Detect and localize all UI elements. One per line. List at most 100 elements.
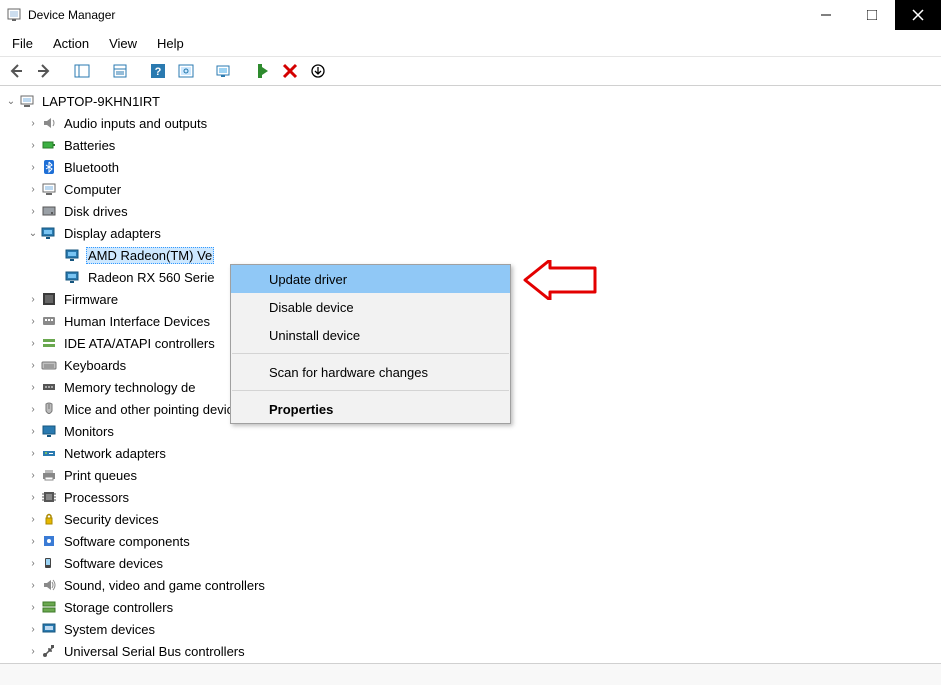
tree-node[interactable]: ›Processors xyxy=(4,486,941,508)
toolbar-help-button[interactable]: ? xyxy=(146,59,170,83)
tree-node[interactable]: ›Print queues xyxy=(4,464,941,486)
toolbar-install-legacy-button[interactable] xyxy=(306,59,330,83)
caret-open-icon[interactable]: ⌄ xyxy=(26,228,40,239)
caret-closed-icon[interactable]: › xyxy=(26,558,40,569)
caret-closed-icon[interactable]: › xyxy=(26,206,40,217)
network-icon xyxy=(40,445,58,461)
caret-closed-icon[interactable]: › xyxy=(26,316,40,327)
tree-node[interactable]: ›Software devices xyxy=(4,552,941,574)
toolbar-uninstall-button[interactable] xyxy=(278,59,302,83)
tree-node[interactable]: ›Disk drives xyxy=(4,200,941,222)
tree-node-label: Display adapters xyxy=(62,226,163,241)
tree-node-label: Sound, video and game controllers xyxy=(62,578,267,593)
titlebar: Device Manager xyxy=(0,0,941,30)
ctx-separator xyxy=(232,353,509,354)
memory-icon xyxy=(40,379,58,395)
tree-node-label: System devices xyxy=(62,622,157,637)
toolbar-enable-button[interactable] xyxy=(250,59,274,83)
toolbar-back-button[interactable] xyxy=(4,59,28,83)
caret-closed-icon[interactable]: › xyxy=(26,140,40,151)
processor-icon xyxy=(40,489,58,505)
statusbar xyxy=(0,663,941,685)
tree-node-label: Memory technology de xyxy=(62,380,198,395)
tree-node[interactable]: ›Bluetooth xyxy=(4,156,941,178)
caret-closed-icon[interactable]: › xyxy=(26,338,40,349)
caret-closed-icon[interactable]: › xyxy=(26,492,40,503)
audio-icon xyxy=(40,115,58,131)
sound-icon xyxy=(40,577,58,593)
svg-text:?: ? xyxy=(155,66,162,78)
caret-closed-icon[interactable]: › xyxy=(26,184,40,195)
tree-node[interactable]: › Universal Serial Bus controllers xyxy=(4,640,941,662)
caret-closed-icon[interactable]: › xyxy=(26,470,40,481)
window-title: Device Manager xyxy=(28,8,803,22)
menu-file[interactable]: File xyxy=(2,32,43,55)
tree-node-label: Radeon RX 560 Serie xyxy=(86,270,216,285)
ctx-disable-device[interactable]: Disable device xyxy=(231,293,510,321)
toolbar-scan-button[interactable] xyxy=(174,59,198,83)
caret-open-icon[interactable]: ⌄ xyxy=(4,96,18,107)
softdev-icon xyxy=(40,555,58,571)
caret-closed-icon[interactable]: › xyxy=(26,426,40,437)
tree-node-label: Security devices xyxy=(62,512,161,527)
caret-closed-icon[interactable]: › xyxy=(26,580,40,591)
caret-closed-icon[interactable]: › xyxy=(26,448,40,459)
tree-node[interactable]: › Network adapters xyxy=(4,442,941,464)
tree-node-label: Network adapters xyxy=(62,446,168,461)
caret-closed-icon[interactable]: › xyxy=(26,536,40,547)
tree-node[interactable]: › System devices xyxy=(4,618,941,640)
tree-node-label: Computer xyxy=(62,182,123,197)
tree-node[interactable]: ›Audio inputs and outputs xyxy=(4,112,941,134)
keyboard-icon xyxy=(40,357,58,373)
toolbar-show-hide-tree-button[interactable] xyxy=(70,59,94,83)
caret-closed-icon[interactable]: › xyxy=(26,382,40,393)
caret-closed-icon[interactable]: › xyxy=(26,162,40,173)
component-icon xyxy=(40,533,58,549)
ctx-uninstall-device[interactable]: Uninstall device xyxy=(231,321,510,349)
close-button[interactable] xyxy=(895,0,941,30)
tree-node[interactable]: ›Software components xyxy=(4,530,941,552)
tree-node-label: Universal Serial Bus controllers xyxy=(62,644,247,659)
usb-icon xyxy=(40,643,58,659)
tree-node[interactable]: › Security devices xyxy=(4,508,941,530)
caret-closed-icon[interactable]: › xyxy=(26,624,40,635)
menu-action[interactable]: Action xyxy=(43,32,99,55)
tree-node[interactable]: ⌄ LAPTOP-9KHN1IRT xyxy=(4,90,941,112)
caret-closed-icon[interactable]: › xyxy=(26,404,40,415)
menu-help[interactable]: Help xyxy=(147,32,194,55)
minimize-button[interactable] xyxy=(803,0,849,30)
caret-closed-icon[interactable]: › xyxy=(26,514,40,525)
ctx-scan-hardware[interactable]: Scan for hardware changes xyxy=(231,358,510,386)
ctx-separator xyxy=(232,390,509,391)
mouse-icon xyxy=(40,401,58,417)
caret-closed-icon[interactable]: › xyxy=(26,118,40,129)
tree-node[interactable]: › Computer xyxy=(4,178,941,200)
tree-node-label: Batteries xyxy=(62,138,117,153)
toolbar-update-driver-button[interactable] xyxy=(212,59,236,83)
toolbar-forward-button[interactable] xyxy=(32,59,56,83)
tree-node[interactable]: ⌄ Display adapters xyxy=(4,222,941,244)
tree-node[interactable]: › Sound, video and game controllers xyxy=(4,574,941,596)
battery-icon xyxy=(40,137,58,153)
caret-closed-icon[interactable]: › xyxy=(26,646,40,657)
toolbar-properties-button[interactable] xyxy=(108,59,132,83)
device-manager-window: Device Manager File Action View Help ? ⌄… xyxy=(0,0,941,685)
caret-closed-icon[interactable]: › xyxy=(26,602,40,613)
ctx-properties[interactable]: Properties xyxy=(231,395,510,423)
tree-node[interactable]: ›Storage controllers xyxy=(4,596,941,618)
menu-view[interactable]: View xyxy=(99,32,147,55)
tree-node[interactable]: AMD Radeon(TM) Ve xyxy=(4,244,941,266)
tree-node-label: Monitors xyxy=(62,424,116,439)
caret-closed-icon[interactable]: › xyxy=(26,294,40,305)
tree-node-label: LAPTOP-9KHN1IRT xyxy=(40,94,162,109)
caret-closed-icon[interactable]: › xyxy=(26,360,40,371)
maximize-button[interactable] xyxy=(849,0,895,30)
toolbar: ? xyxy=(0,56,941,86)
ctx-update-driver[interactable]: Update driver xyxy=(231,265,510,293)
context-menu: Update driver Disable device Uninstall d… xyxy=(230,264,511,424)
display-icon xyxy=(64,269,82,285)
tree-node[interactable]: › Batteries xyxy=(4,134,941,156)
bluetooth-icon xyxy=(40,159,58,175)
tree-node-label: Human Interface Devices xyxy=(62,314,212,329)
security-icon xyxy=(40,511,58,527)
